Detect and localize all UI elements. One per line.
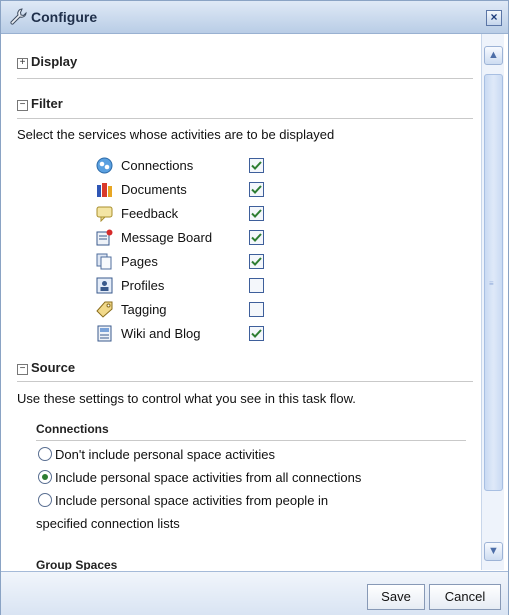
radio-label: Include personal space activities from p… — [55, 493, 329, 508]
source-description: Use these settings to control what you s… — [17, 391, 356, 406]
checkmark-icon — [251, 233, 262, 242]
service-label: Tagging — [121, 302, 167, 317]
radio-label-continued: specified connection lists — [36, 516, 180, 531]
service-label: Documents — [121, 182, 187, 197]
vertical-scrollbar[interactable]: ▲ ≡ ▼ — [481, 34, 504, 570]
display-section-label: Display — [31, 54, 78, 69]
filter-section-header[interactable]: − Filter — [17, 96, 473, 111]
service-label: Message Board — [121, 230, 213, 245]
service-row-pages: Pages — [96, 251, 296, 273]
service-checkbox[interactable] — [249, 254, 264, 269]
checkmark-icon — [251, 185, 262, 194]
profiles-icon — [96, 277, 113, 294]
service-checkbox[interactable] — [249, 326, 264, 341]
radio-label: Include personal space activities from a… — [55, 470, 362, 485]
wiki-blog-icon — [97, 325, 112, 342]
feedback-icon — [96, 206, 113, 222]
connections-heading: Connections — [36, 422, 109, 436]
radio-button[interactable] — [38, 470, 52, 484]
radio-option-dont-include[interactable]: Don't include personal space activities — [38, 447, 275, 462]
service-row-connections: Connections — [96, 155, 296, 177]
service-checkbox[interactable] — [249, 302, 264, 317]
service-label: Feedback — [121, 206, 179, 221]
checkmark-icon — [251, 209, 262, 218]
collapse-icon[interactable]: − — [17, 100, 28, 111]
service-label: Profiles — [121, 278, 165, 293]
service-row-feedback: Feedback — [96, 203, 296, 225]
pages-icon — [96, 253, 112, 270]
service-label: Connections — [121, 158, 194, 173]
service-label: Wiki and Blog — [121, 326, 201, 341]
wrench-icon — [10, 8, 27, 25]
radio-option-specified-lists[interactable]: Include personal space activities from p… — [38, 493, 328, 508]
checkmark-icon — [251, 161, 262, 170]
filter-description: Select the services whose activities are… — [17, 127, 335, 142]
checkmark-icon — [251, 329, 262, 338]
service-checkbox[interactable] — [249, 182, 264, 197]
service-row-tagging: Tagging — [96, 299, 296, 321]
service-checkbox[interactable] — [249, 278, 264, 293]
service-row-wiki-blog: Wiki and Blog — [96, 323, 296, 345]
service-label: Pages — [121, 254, 158, 269]
service-checkbox[interactable] — [249, 206, 264, 221]
service-row-profiles: Profiles — [96, 275, 296, 297]
divider — [36, 440, 466, 441]
dialog-footer: Save Cancel — [1, 571, 508, 615]
radio-option-all-connections[interactable]: Include personal space activities from a… — [38, 470, 361, 485]
filter-section-label: Filter — [31, 96, 63, 111]
tagging-icon — [96, 301, 113, 318]
grip-icon: ≡ — [489, 279, 494, 288]
source-section-label: Source — [31, 360, 76, 375]
divider — [17, 381, 473, 382]
checkmark-icon — [251, 257, 262, 266]
divider — [17, 78, 473, 79]
service-checkbox[interactable] — [249, 230, 264, 245]
message-board-icon — [96, 229, 113, 246]
collapse-icon[interactable]: − — [17, 364, 28, 375]
service-row-documents: Documents — [96, 179, 296, 201]
display-section-header[interactable]: + Display — [17, 54, 473, 69]
scroll-content: + Display − Filter Select the services who… — [1, 34, 479, 570]
configure-dialog: Configure × + Display − Filter Select the … — [0, 0, 509, 615]
title-bar[interactable]: Configure × — [1, 1, 508, 34]
radio-button[interactable] — [38, 493, 52, 507]
documents-icon — [97, 183, 112, 197]
scroll-thumb[interactable]: ≡ — [484, 74, 503, 491]
close-button[interactable]: × — [486, 10, 502, 26]
expand-icon[interactable]: + — [17, 58, 28, 69]
connections-icon — [96, 157, 113, 174]
scroll-down-arrow-icon[interactable]: ▼ — [484, 542, 503, 561]
dialog-title: Configure — [31, 9, 98, 25]
divider — [17, 118, 473, 119]
radio-label: Don't include personal space activities — [55, 447, 275, 462]
radio-button[interactable] — [38, 447, 52, 461]
service-checkbox[interactable] — [249, 158, 264, 173]
group-spaces-heading: Group Spaces — [36, 558, 118, 570]
source-section-header[interactable]: − Source — [17, 360, 473, 375]
service-row-message-board: Message Board — [96, 227, 296, 249]
cancel-button[interactable]: Cancel — [429, 584, 501, 610]
scroll-up-arrow-icon[interactable]: ▲ — [484, 46, 503, 65]
save-button[interactable]: Save — [367, 584, 425, 610]
